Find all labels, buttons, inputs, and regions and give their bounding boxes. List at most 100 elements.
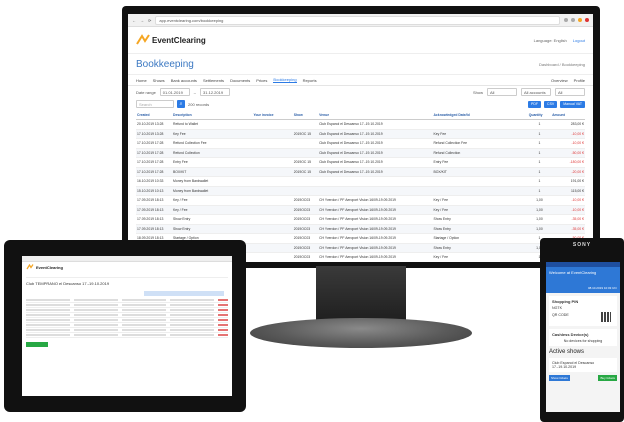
- shopping-pin-label: Shopping PIN: [552, 299, 579, 304]
- monitor-stand-neck: [316, 266, 406, 324]
- table-row[interactable]: 17.09.2019 18:13 Show Entry 2019OC03 CH Yve…: [136, 224, 585, 234]
- page-titlebar: Bookkeeping Dashboard / Bookkeeping: [128, 54, 593, 75]
- cell-invoice: [252, 214, 293, 225]
- nav-item-shows[interactable]: Shows: [153, 78, 165, 83]
- cell-created: 17.09.2019 18:13: [136, 195, 172, 206]
- col-description[interactable]: Description: [172, 110, 253, 120]
- overview-link[interactable]: Overview: [551, 78, 568, 83]
- cell-show: [292, 138, 319, 149]
- table-row[interactable]: 20.10.2019 13:28 Refund to Wallet Club Esp…: [136, 119, 585, 130]
- phone-welcome-header: Welcome at EventClearing 08.10.2019 10:0…: [546, 267, 620, 293]
- language-selector[interactable]: Language: English: [534, 38, 567, 43]
- menu-icon[interactable]: [585, 18, 589, 22]
- brand-name: EventClearing: [152, 35, 206, 45]
- col-amount[interactable]: Amount: [551, 110, 585, 120]
- cell-show: 2019OC 15: [292, 129, 319, 139]
- reload-icon[interactable]: ⟳: [148, 18, 151, 23]
- col-acknowledged[interactable]: Acknowledged Date/Id: [432, 110, 528, 120]
- phone-device: SONY Welcome at EventClearing 08.10.2019…: [540, 238, 624, 422]
- cell-show: [292, 176, 319, 187]
- bookmark-icon[interactable]: [571, 18, 575, 22]
- tablet-brand-name: EventClearing: [36, 264, 63, 270]
- table-row[interactable]: 17.09.2019 18:13 Show Entry 2019OC03 CH Yve…: [136, 214, 585, 225]
- col-show[interactable]: Show: [292, 110, 319, 120]
- col-invoice[interactable]: Your invoice: [252, 110, 293, 120]
- forward-icon[interactable]: →: [140, 18, 144, 23]
- table-row[interactable]: 17.10.2019 17:28 Refund Collection Fee Clu…: [136, 138, 585, 149]
- table-row[interactable]: 17.09.2019 18:13 Key / Fee 2019OC03 CH Yver…: [136, 195, 585, 206]
- cell-venue: [318, 176, 433, 187]
- table-row[interactable]: 16.10.2019 10:33 Money from Bankwallet 1 19…: [136, 176, 585, 187]
- col-venue[interactable]: Venue: [318, 110, 433, 120]
- devices-label: Cashless Device(s): [552, 332, 589, 337]
- tablet-device: EventClearing Club TEMPRANO el Descanso …: [4, 240, 246, 412]
- show-dates: 17.-19.10.2019: [552, 365, 577, 369]
- cell-show: [292, 148, 319, 158]
- cell-acknowledged: Show Entry: [432, 224, 528, 234]
- buy-tickets-button[interactable]: Buy tickets: [598, 375, 617, 381]
- export-csv-button[interactable]: CSV: [544, 100, 558, 108]
- cell-quantity: 1: [527, 167, 552, 177]
- cell-quantity: 1,00: [527, 195, 552, 206]
- search-icon[interactable]: ⌕: [177, 100, 185, 108]
- nav-item-home[interactable]: Home: [136, 78, 147, 83]
- table-row[interactable]: 17.10.2019 17:28 BOX/KIT 2019OC 15 Club Esp…: [136, 167, 585, 177]
- cell-amount: -35,00 €: [551, 214, 585, 225]
- tablet-page-title: Club TEMPRANO el Descanso 17.-19.10.2019: [26, 281, 110, 286]
- shopping-card: Shopping PIN NGTK QR CODE: [549, 296, 617, 326]
- cell-description: Money from Bankwallet: [172, 176, 253, 187]
- cell-quantity: 1: [527, 176, 552, 187]
- cell-quantity: 1,00: [527, 214, 552, 225]
- nav-item-reports[interactable]: Reports: [303, 78, 317, 83]
- type-select[interactable]: All: [487, 88, 517, 96]
- account-select[interactable]: All accounts: [521, 88, 551, 96]
- brand-logo[interactable]: EventClearing: [136, 34, 206, 46]
- active-show-card[interactable]: Club Espanol el Descanso 17.-19.10.2019: [549, 358, 617, 372]
- cell-venue: CH Yverdon / PF Aeroport Vision 16/09-19…: [318, 233, 433, 244]
- table-row[interactable]: 17.10.2019 17:28 Entry Fee 2019OC 15 Club E…: [136, 157, 585, 168]
- manual-vat-button[interactable]: Manual VAT: [560, 100, 585, 108]
- nav-item-bank-accounts[interactable]: Bank accounts: [171, 78, 197, 83]
- cell-acknowledged: Refund Collection: [432, 148, 528, 158]
- show-tickets-button[interactable]: Show tickets: [549, 375, 570, 381]
- welcome-datetime: 08.10.2019 10:03 Uhr: [587, 286, 617, 290]
- qr-code-icon[interactable]: [601, 312, 611, 322]
- show-filter-label: Show: [472, 89, 483, 95]
- tablet-green-button[interactable]: [26, 342, 48, 347]
- cell-created: 17.10.2019 17:28: [136, 148, 172, 158]
- col-created[interactable]: Created: [136, 110, 172, 120]
- date-to-field[interactable]: 31.12.2019: [200, 88, 231, 96]
- devices-card: Cashless Device(s) No devices for shoppi…: [549, 329, 617, 346]
- date-from-field[interactable]: 01.01.2019: [159, 88, 190, 96]
- cell-acknowledged: Key / Fee: [432, 195, 528, 206]
- col-quantity[interactable]: Quantity: [527, 110, 552, 120]
- cell-amount: 191,00 €: [551, 176, 585, 187]
- cell-description: Show Entry: [172, 214, 253, 225]
- phone-screen: Welcome at EventClearing 08.10.2019 10:0…: [546, 262, 620, 412]
- profile-icon[interactable]: [578, 18, 582, 22]
- welcome-text: Welcome at EventClearing: [549, 270, 597, 275]
- cell-created: 15.10.2019 10:13: [136, 186, 172, 196]
- logout-link[interactable]: Logout: [573, 38, 585, 43]
- monitor-stand-base: [250, 318, 472, 348]
- back-icon[interactable]: ←: [132, 18, 136, 23]
- status-select[interactable]: All: [555, 88, 585, 96]
- profile-link[interactable]: Profile: [574, 78, 585, 83]
- cell-acknowledged: Key Fee: [432, 129, 528, 139]
- address-bar[interactable]: app.eventclearing.com/bookkeeping: [155, 15, 560, 25]
- cell-invoice: [252, 148, 293, 158]
- logo-icon: [26, 263, 34, 271]
- export-pdf-button[interactable]: PDF: [528, 100, 542, 108]
- nav-item-prices[interactable]: Prices: [256, 78, 267, 83]
- table-row[interactable]: 17.09.2019 18:13 Key / Fee 2019OC03 CH Yver…: [136, 205, 585, 215]
- nav-item-documents[interactable]: Documents: [230, 78, 250, 83]
- nav-item-bookkeeping[interactable]: Bookkeeping: [273, 77, 297, 83]
- table-row[interactable]: 15.10.2019 10:13 Money from Bankwallet 1 11…: [136, 186, 585, 196]
- table-row[interactable]: 17.10.2019 17:28 Refund Collection Club Es…: [136, 148, 585, 158]
- nav-item-settlements[interactable]: Settlements: [203, 78, 224, 83]
- cell-acknowledged: Startage / Option: [432, 233, 528, 244]
- extension-icon[interactable]: [564, 18, 568, 22]
- cell-description: Refund Collection: [172, 148, 253, 158]
- search-input[interactable]: Search: [136, 100, 174, 108]
- table-row[interactable]: 17.10.2019 13:28 Key Fee 2019OC 15 Club Esp…: [136, 129, 585, 139]
